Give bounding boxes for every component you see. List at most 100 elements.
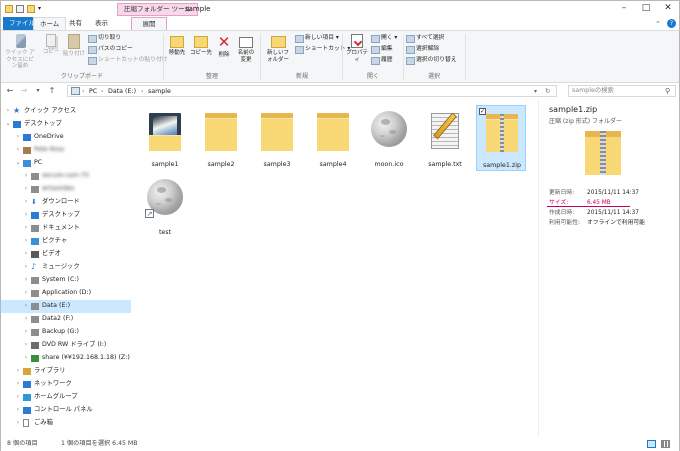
nav-item[interactable]: › System (C:) — [1, 274, 131, 287]
file-item[interactable]: sample3 — [252, 105, 302, 171]
nav-item[interactable]: › ドキュメント — [1, 222, 131, 235]
expand-chevron-icon[interactable]: › — [23, 326, 29, 339]
nav-item[interactable]: › ライブラリ — [1, 365, 131, 378]
expand-chevron-icon[interactable]: › — [23, 235, 29, 248]
nav-item[interactable]: › ピクチャ — [1, 235, 131, 248]
paste-shortcut-button[interactable]: ショートカットの貼り付け — [88, 56, 168, 65]
ribbon-collapse-icon[interactable]: ⌃ — [655, 20, 661, 28]
expand-chevron-icon[interactable]: › — [23, 313, 29, 326]
nav-item[interactable]: › デスクトップ — [1, 209, 131, 222]
collapse-chevron-icon[interactable]: ⌄ — [15, 157, 21, 170]
edit-button[interactable]: 編集 — [371, 45, 393, 54]
file-item[interactable]: sample4 — [308, 105, 358, 171]
history-button[interactable]: 履歴 — [371, 56, 393, 65]
expand-chevron-icon[interactable]: › — [23, 170, 29, 183]
file-item[interactable]: moon.ico — [364, 105, 414, 171]
nav-item[interactable]: › wrtaxiides — [1, 183, 131, 196]
refresh-icon[interactable]: ↻ — [545, 87, 550, 96]
details-view-icon[interactable] — [647, 440, 656, 448]
expand-chevron-icon[interactable]: › — [15, 417, 21, 430]
copy-to-button[interactable]: コピー先 — [190, 34, 212, 57]
select-all-button[interactable]: すべて選択 — [406, 34, 444, 43]
expand-chevron-icon[interactable]: › — [5, 105, 11, 118]
tab-extract[interactable]: 展開 — [131, 17, 167, 30]
expand-chevron-icon[interactable]: › — [23, 287, 29, 300]
nav-item[interactable]: › Data2 (F:) — [1, 313, 131, 326]
nav-item[interactable]: ⌄ デスクトップ — [1, 118, 131, 131]
expand-chevron-icon[interactable]: › — [15, 144, 21, 157]
breadcrumb-pc[interactable]: PC — [89, 87, 97, 96]
nav-item[interactable]: › ⬇ ダウンロード — [1, 196, 131, 209]
nav-item[interactable]: › secure-cam-70 — [1, 170, 131, 183]
file-item[interactable]: ✓ sample1.zip — [476, 105, 526, 171]
expand-chevron-icon[interactable]: › — [15, 131, 21, 144]
properties-quick-icon[interactable] — [16, 5, 24, 13]
nav-item[interactable]: › ホームグループ — [1, 391, 131, 404]
back-icon[interactable]: ← — [5, 86, 15, 96]
expand-chevron-icon[interactable]: › — [15, 378, 21, 391]
collapse-chevron-icon[interactable]: ⌄ — [5, 118, 11, 131]
copy-path-button[interactable]: パスのコピー — [88, 45, 133, 54]
move-to-button[interactable]: 移動先 — [166, 34, 188, 57]
expand-chevron-icon[interactable]: › — [23, 222, 29, 235]
nav-item[interactable]: › Data (E:) — [1, 300, 131, 313]
file-item[interactable]: ↗ test — [140, 173, 190, 239]
copy-button[interactable]: コピー — [41, 34, 61, 56]
nav-item[interactable]: › コントロール パネル — [1, 404, 131, 417]
address-dropdown-icon[interactable]: ▾ — [534, 87, 537, 96]
expand-chevron-icon[interactable]: › — [23, 209, 29, 222]
new-folder-button[interactable]: 新しいフォルダー — [263, 34, 293, 63]
open-button[interactable]: 開く ▾ — [371, 34, 397, 43]
nav-item[interactable]: › ごみ箱 — [1, 417, 131, 430]
nav-item[interactable]: › ビデオ — [1, 248, 131, 261]
search-input[interactable]: sampleの検索 ⚲ — [568, 85, 676, 97]
address-bar[interactable]: › PC › Data (E:) › sample ▾ ↻ — [67, 85, 557, 97]
selection-checkbox-icon[interactable]: ✓ — [479, 108, 486, 115]
nav-item[interactable]: › Backup (G:) — [1, 326, 131, 339]
nav-item[interactable]: › Application (D:) — [1, 287, 131, 300]
paste-button[interactable]: 貼り付け — [63, 34, 85, 58]
expand-chevron-icon[interactable]: › — [23, 339, 29, 352]
delete-button[interactable]: ✕ 削除 — [215, 34, 233, 59]
minimize-icon[interactable]: – — [613, 2, 635, 14]
expand-chevron-icon[interactable]: › — [15, 404, 21, 417]
new-item-button[interactable]: 新しい項目 ▾ — [295, 34, 339, 43]
expand-chevron-icon[interactable]: › — [23, 248, 29, 261]
large-icons-view-icon[interactable] — [661, 440, 670, 448]
nav-item[interactable]: › share (¥¥192.168.1.18) (Z:) — [1, 352, 131, 365]
file-item[interactable]: sample1 — [140, 105, 190, 171]
tab-share[interactable]: 共有 — [63, 17, 88, 30]
cut-button[interactable]: 切り取り — [88, 34, 121, 43]
expand-chevron-icon[interactable]: › — [23, 352, 29, 365]
recent-locations-icon[interactable]: ▾ — [33, 86, 43, 96]
tab-view[interactable]: 表示 — [89, 17, 114, 30]
file-item[interactable]: sample.txt — [420, 105, 470, 171]
nav-item[interactable]: › ♪ ミュージック — [1, 261, 131, 274]
nav-item[interactable]: › ★ クイック アクセス — [1, 105, 131, 118]
help-icon[interactable]: ? — [667, 19, 676, 28]
properties-button[interactable]: プロパティ — [345, 34, 369, 63]
invert-selection-button[interactable]: 選択の切り替え — [406, 56, 457, 65]
expand-chevron-icon[interactable]: › — [15, 391, 21, 404]
tab-home[interactable]: ホーム — [33, 17, 67, 30]
breadcrumb-data-e[interactable]: Data (E:) — [108, 87, 136, 96]
breadcrumb-sample[interactable]: sample — [148, 87, 171, 96]
nav-item[interactable]: › DVD RW ドライブ (I:) — [1, 339, 131, 352]
select-none-button[interactable]: 選択解除 — [406, 45, 439, 54]
pin-quick-access-button[interactable]: クイック アクセスにピン留め — [4, 34, 38, 70]
expand-chevron-icon[interactable]: › — [23, 196, 29, 209]
nav-item[interactable]: › OneDrive — [1, 131, 131, 144]
expand-chevron-icon[interactable]: › — [23, 261, 29, 274]
expand-chevron-icon[interactable]: › — [23, 300, 29, 313]
nav-item[interactable]: ⌄ PC — [1, 157, 131, 170]
forward-icon[interactable]: → — [19, 86, 29, 96]
file-item[interactable]: sample2 — [196, 105, 246, 171]
expand-chevron-icon[interactable]: › — [23, 183, 29, 196]
rename-button[interactable]: 名前の変更 — [235, 34, 257, 63]
expand-chevron-icon[interactable]: › — [15, 365, 21, 378]
nav-item[interactable]: › ネットワーク — [1, 378, 131, 391]
expand-chevron-icon[interactable]: › — [23, 274, 29, 287]
up-icon[interactable]: ↑ — [47, 86, 57, 96]
customize-qat-icon[interactable]: ▾ — [38, 5, 44, 13]
nav-item[interactable]: › Pete Ross — [1, 144, 131, 157]
